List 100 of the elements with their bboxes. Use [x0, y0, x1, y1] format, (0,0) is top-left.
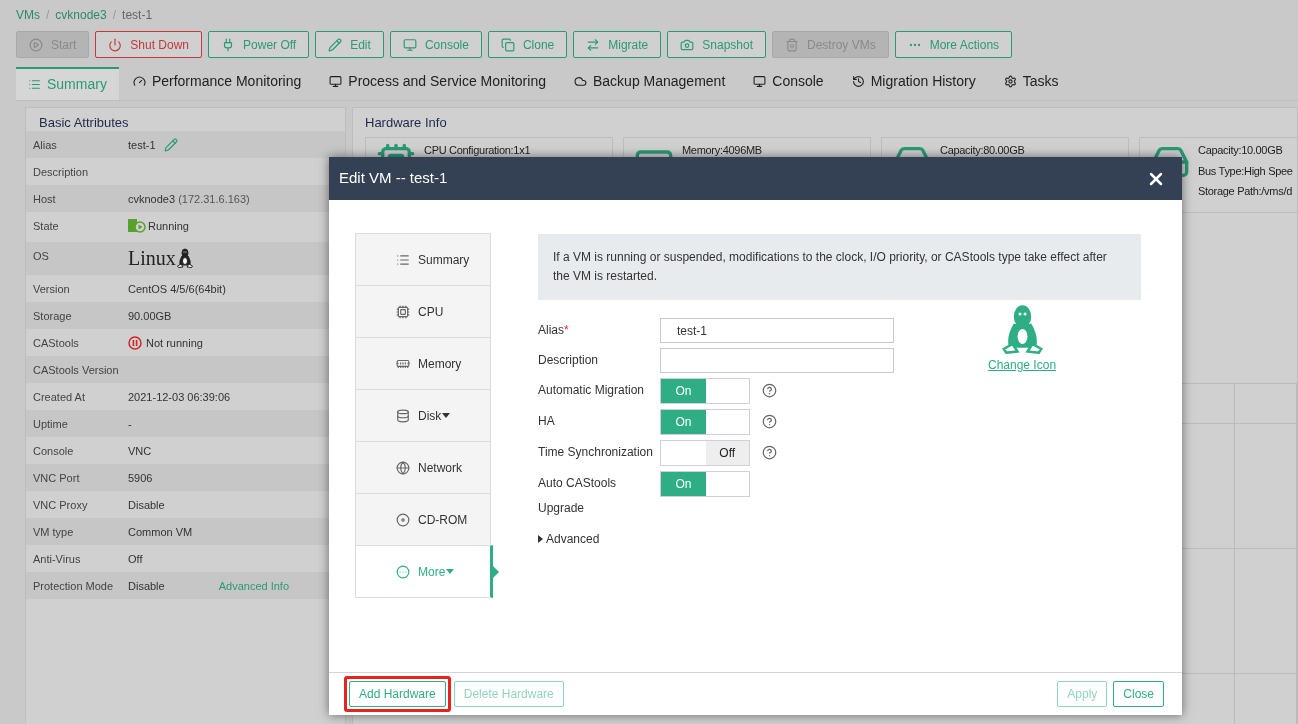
breadcrumb-link[interactable]: VMs [16, 6, 40, 24]
tab[interactable]: Summary [16, 67, 119, 100]
arrows-icon [586, 37, 601, 52]
attribute-label: Protection Mode [32, 579, 115, 594]
side-nav-item[interactable]: CPU [355, 285, 491, 338]
breadcrumb-separator: / [112, 7, 117, 24]
toolbar-button[interactable]: Snapshot [667, 31, 766, 58]
monitor-icon [753, 75, 767, 88]
attribute-label: Alias [32, 138, 58, 153]
toggle-switch[interactable]: On [660, 378, 750, 404]
toggle-switch[interactable]: On [660, 409, 750, 435]
tab[interactable]: Migration History [837, 67, 990, 100]
attribute-label: Version [32, 282, 71, 297]
hardware-detail: Capacity:80.00GB [940, 143, 1025, 158]
attribute-value: test-1 [128, 138, 156, 153]
power-icon [108, 37, 123, 52]
tab[interactable]: Console [739, 67, 838, 100]
help-icon[interactable] [762, 414, 777, 429]
hardware-detail: Storage Path:/vms/d [1198, 184, 1293, 199]
toolbar-button[interactable]: Clone [487, 31, 568, 58]
attribute-value: cvknode3 (172.31.6.163) [128, 192, 250, 207]
attribute-label: VNC Proxy [32, 498, 89, 513]
hardware-detail: CPU Configuration:1x1 [424, 143, 531, 158]
attribute-label: Description [32, 165, 90, 180]
list-icon [396, 252, 410, 267]
field-label: Time Synchronization [538, 444, 654, 461]
breadcrumb-current: test-1 [122, 7, 153, 24]
caret-icon [538, 535, 543, 543]
attribute-label: Anti-Virus [32, 552, 82, 567]
gauge-icon [132, 75, 146, 88]
attribute-label: Uptime [32, 417, 69, 432]
attribute-label: CAStools [32, 336, 80, 351]
running-status-icon [128, 219, 146, 234]
tab[interactable]: Backup Management [559, 67, 740, 100]
attribute-value: VNC [128, 444, 152, 459]
tab[interactable]: Process and Service Monitoring [315, 67, 560, 100]
attribute-value: 90.00GB [128, 309, 172, 324]
change-icon-link[interactable]: Change Icon [988, 356, 1057, 374]
toolbar-button[interactable]: Power Off [208, 31, 310, 58]
attribute-value: 2021-12-03 06:39:06 [128, 390, 231, 405]
side-nav-item[interactable]: Disk [355, 389, 491, 442]
toolbar-button[interactable]: Shut Down [95, 31, 203, 58]
toggle-switch[interactable]: Off [660, 440, 750, 466]
side-nav-item[interactable]: CD-ROM [355, 493, 491, 546]
toolbar-button[interactable]: Console [389, 31, 482, 58]
copy-icon [500, 37, 515, 52]
advanced-toggle[interactable]: Advanced [538, 530, 918, 548]
help-icon[interactable] [762, 445, 777, 460]
attribute-value: Disable [128, 498, 165, 513]
attribute-value: - [128, 417, 132, 432]
help-icon[interactable] [762, 383, 777, 398]
side-nav-item[interactable]: Memory [355, 337, 491, 390]
advanced-info-link[interactable]: Advanced Info [218, 578, 290, 595]
panel-title: Hardware Info [365, 114, 448, 132]
field-label: Auto CAStools Upgrade [538, 475, 618, 517]
tab[interactable]: Tasks [989, 67, 1073, 100]
monitor-icon [402, 37, 417, 52]
toolbar-button[interactable]: Migrate [573, 31, 662, 58]
attribute-value: CentOS 4/5/6(64bit) [128, 282, 226, 297]
cloud-icon [573, 75, 587, 88]
side-nav-item[interactable]: Summary [355, 233, 491, 286]
attribute-value: 5906 [128, 471, 153, 486]
penguin-icon [999, 304, 1045, 354]
paused-status-icon [128, 336, 142, 351]
hardware-detail: Bus Type:High Spee [1198, 163, 1293, 179]
attribute-label: Console [32, 444, 75, 459]
camera-icon [680, 37, 695, 52]
footer-button[interactable]: Close [1113, 681, 1164, 707]
attribute-label: CAStools Version [32, 363, 120, 378]
text-field[interactable] [660, 348, 894, 373]
database-icon [396, 408, 410, 423]
field-label: HA [538, 413, 556, 430]
attribute-label: State [32, 219, 60, 234]
tab[interactable]: Performance Monitoring [118, 67, 316, 100]
attribute-label: Host [32, 192, 57, 207]
penguin-icon [175, 248, 194, 268]
footer-button[interactable]: Add Hardware [349, 681, 446, 707]
attribute-label: Storage [32, 309, 73, 324]
trash-icon [785, 37, 799, 52]
attribute-label: VNC Port [32, 471, 81, 486]
history-icon [851, 75, 865, 88]
more-icon [396, 564, 410, 579]
field-label: Automatic Migration [538, 382, 646, 399]
panel-title: Basic Attributes [38, 114, 130, 131]
side-nav-item[interactable]: Network [355, 441, 491, 494]
breadcrumb-link[interactable]: cvknode3 [55, 6, 107, 24]
field-label: Alias* [538, 322, 570, 339]
attribute-value: Off [128, 552, 143, 567]
attribute-value: Common VM [128, 525, 193, 540]
attribute-value: Running [148, 219, 189, 234]
breadcrumb-separator: / [46, 7, 50, 24]
chip-icon [396, 304, 410, 319]
toggle-switch[interactable]: On [660, 471, 750, 497]
attribute-value: Disable [128, 579, 165, 594]
toolbar-button[interactable]: More Actions [894, 31, 1013, 58]
monitor-icon [329, 75, 343, 88]
pointer-icon [493, 565, 499, 578]
text-field[interactable]: test-1 [660, 318, 894, 343]
toolbar-button[interactable]: Edit [315, 31, 384, 58]
notice-message: If a VM is running or suspended, modifications to the clock, I/O priority, or CAStools type take effect after the VM is restarted. [538, 234, 1141, 300]
